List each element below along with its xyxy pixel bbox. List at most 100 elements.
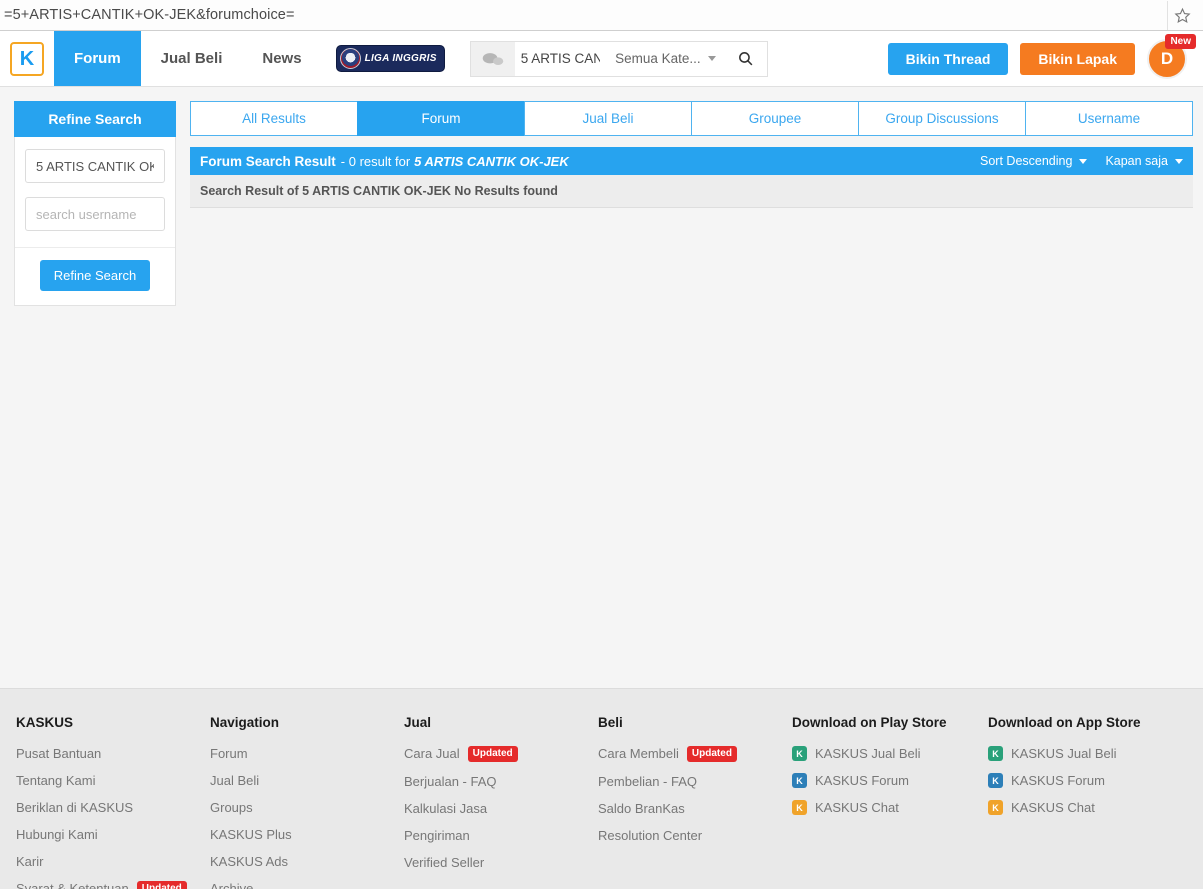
refine-divider <box>15 247 175 248</box>
tab-forum[interactable]: Forum <box>357 101 524 136</box>
search-category-label: Semua Kate... <box>615 51 701 66</box>
url-text[interactable]: =5+ARTIS+CANTIK+OK-JEK&forumchoice= <box>4 7 1167 23</box>
time-filter-dropdown[interactable]: Kapan saja <box>1105 154 1183 168</box>
footer-link[interactable]: Pusat Bantuan <box>16 746 210 761</box>
kaskus-logo-mark: K <box>10 41 44 76</box>
create-thread-button[interactable]: Bikin Thread <box>887 42 1009 75</box>
nav-item-forum[interactable]: Forum <box>54 31 141 86</box>
footer-link[interactable]: Kalkulasi Jasa <box>404 801 598 816</box>
refine-username-input[interactable] <box>25 197 165 231</box>
footer-link[interactable]: KASKUS Plus <box>210 827 404 842</box>
footer-link[interactable]: Forum <box>210 746 404 761</box>
footer-link-label: Cara Membeli <box>598 746 679 762</box>
footer-column-app-store: Download on App Store K KASKUS Jual Beli… <box>988 715 1184 889</box>
sort-order-label: Sort Descending <box>980 154 1073 168</box>
footer-link[interactable]: Tentang Kami <box>16 773 210 788</box>
footer-link-label: Archive <box>210 881 254 889</box>
search-category-dropdown[interactable]: Semua Kate... <box>606 42 725 76</box>
new-notification-badge: New <box>1165 33 1196 49</box>
chevron-down-icon <box>707 56 716 61</box>
footer-link-label: Berjualan - FAQ <box>404 773 497 789</box>
footer-column-kaskus: KASKUS Pusat Bantuan Tentang Kami Berikl… <box>16 715 210 889</box>
footer-link[interactable]: K KASKUS Chat <box>792 800 988 815</box>
footer-link[interactable]: Hubungi Kami <box>16 827 210 842</box>
nav-item-news[interactable]: News <box>242 31 321 86</box>
footer-link[interactable]: K KASKUS Forum <box>792 773 988 788</box>
footer-link-label: Pembelian - FAQ <box>598 773 697 789</box>
results-heading: Forum Search Result <box>200 153 336 169</box>
app-chat-icon: K <box>988 800 1003 815</box>
footer-link[interactable]: Verified Seller <box>404 855 598 870</box>
footer-column-title: Jual <box>404 715 432 730</box>
header-search: Semua Kate... <box>469 40 768 77</box>
results-query: 5 ARTIS CANTIK OK-JEK <box>414 153 569 169</box>
footer-column-title: KASKUS <box>16 715 74 730</box>
user-menu[interactable]: D New <box>1147 33 1196 79</box>
footer-link[interactable]: Cara Membeli Updated <box>598 746 792 762</box>
chat-bubbles-icon <box>470 41 515 76</box>
footer-link-label: Pusat Bantuan <box>16 746 102 761</box>
refine-search-button[interactable]: Refine Search <box>39 260 151 291</box>
tab-jual-beli[interactable]: Jual Beli <box>524 101 691 136</box>
footer-link[interactable]: Karir <box>16 854 210 869</box>
nav-item-jual-beli[interactable]: Jual Beli <box>141 31 243 86</box>
footer-link-label: KASKUS Ads <box>210 854 289 869</box>
search-results-content: All Results Forum Jual Beli Groupee Grou… <box>190 101 1193 688</box>
footer-link[interactable]: K KASKUS Jual Beli <box>988 746 1184 761</box>
tab-all-results[interactable]: All Results <box>190 101 357 136</box>
footer-link[interactable]: Cara Jual Updated <box>404 746 598 762</box>
footer-link-label: Cara Jual <box>404 746 460 762</box>
refine-search-panel: Refine Search Refine Search <box>14 101 176 688</box>
footer-link-label: Groups <box>210 800 253 815</box>
search-submit-button[interactable] <box>725 42 767 76</box>
refine-keyword-input[interactable] <box>25 149 165 183</box>
footer-link-label: KASKUS Chat <box>815 800 899 815</box>
footer-column-play-store: Download on Play Store K KASKUS Jual Bel… <box>792 715 988 889</box>
tab-group-discussions[interactable]: Group Discussions <box>858 101 1025 136</box>
sort-order-dropdown[interactable]: Sort Descending <box>980 154 1088 168</box>
footer-link[interactable]: KASKUS Ads <box>210 854 404 869</box>
footer-link-label: KASKUS Forum <box>1011 773 1105 788</box>
footer-link-label: KASKUS Jual Beli <box>1011 746 1117 761</box>
footer-link[interactable]: Saldo BranKas <box>598 801 792 816</box>
footer-link-label: Resolution Center <box>598 827 703 843</box>
footer-link-label: KASKUS Plus <box>210 827 292 842</box>
tab-username[interactable]: Username <box>1025 101 1193 136</box>
browser-url-bar[interactable]: =5+ARTIS+CANTIK+OK-JEK&forumchoice= <box>0 0 1203 31</box>
footer-link[interactable]: K KASKUS Jual Beli <box>792 746 988 761</box>
footer-link[interactable]: Archive <box>210 881 404 889</box>
footer-link[interactable]: Berjualan - FAQ <box>404 774 598 789</box>
footer-link[interactable]: Pengiriman <box>404 828 598 843</box>
footer-link[interactable]: Jual Beli <box>210 773 404 788</box>
site-footer: KASKUS Pusat Bantuan Tentang Kami Berikl… <box>0 688 1203 889</box>
footer-link[interactable]: Pembelian - FAQ <box>598 774 792 789</box>
results-header-bar: Forum Search Result - 0 result for 5 ART… <box>190 147 1193 175</box>
footer-link[interactable]: Groups <box>210 800 404 815</box>
kaskus-logo[interactable]: K <box>0 31 54 86</box>
app-jualbeli-icon: K <box>792 746 807 761</box>
footer-link[interactable]: Syarat & Ketentuan Updated <box>16 881 210 889</box>
time-filter-label: Kapan saja <box>1105 154 1168 168</box>
footer-link[interactable]: Resolution Center <box>598 828 792 843</box>
footer-link-label: Hubungi Kami <box>16 827 98 842</box>
footer-link-label: Jual Beli <box>210 773 260 788</box>
updated-badge: Updated <box>136 881 187 889</box>
app-forum-icon: K <box>988 773 1003 788</box>
footer-link[interactable]: K KASKUS Forum <box>988 773 1184 788</box>
app-jualbeli-icon: K <box>988 746 1003 761</box>
search-input[interactable] <box>514 41 607 76</box>
create-lapak-button[interactable]: Bikin Lapak <box>1020 42 1135 75</box>
footer-link-label: KASKUS Jual Beli <box>815 746 921 761</box>
footer-link[interactable]: K KASKUS Chat <box>988 800 1184 815</box>
app-chat-icon: K <box>792 800 807 815</box>
footer-link-label: Kalkulasi Jasa <box>404 800 488 816</box>
app-forum-icon: K <box>792 773 807 788</box>
footer-link[interactable]: Beriklan di KASKUS <box>16 800 210 815</box>
footer-column-title: Navigation <box>210 715 280 730</box>
bookmark-star-icon[interactable] <box>1167 0 1197 30</box>
empty-results-message: Search Result of 5 ARTIS CANTIK OK-JEK N… <box>190 175 1193 208</box>
tab-groupee[interactable]: Groupee <box>691 101 858 136</box>
site-header: K Forum Jual Beli News LIGA INGGRIS Semu… <box>0 31 1203 87</box>
footer-column-beli: Beli Cara Membeli Updated Pembelian - FA… <box>598 715 792 889</box>
liga-inggris-badge[interactable]: LIGA INGGRIS <box>335 45 445 72</box>
